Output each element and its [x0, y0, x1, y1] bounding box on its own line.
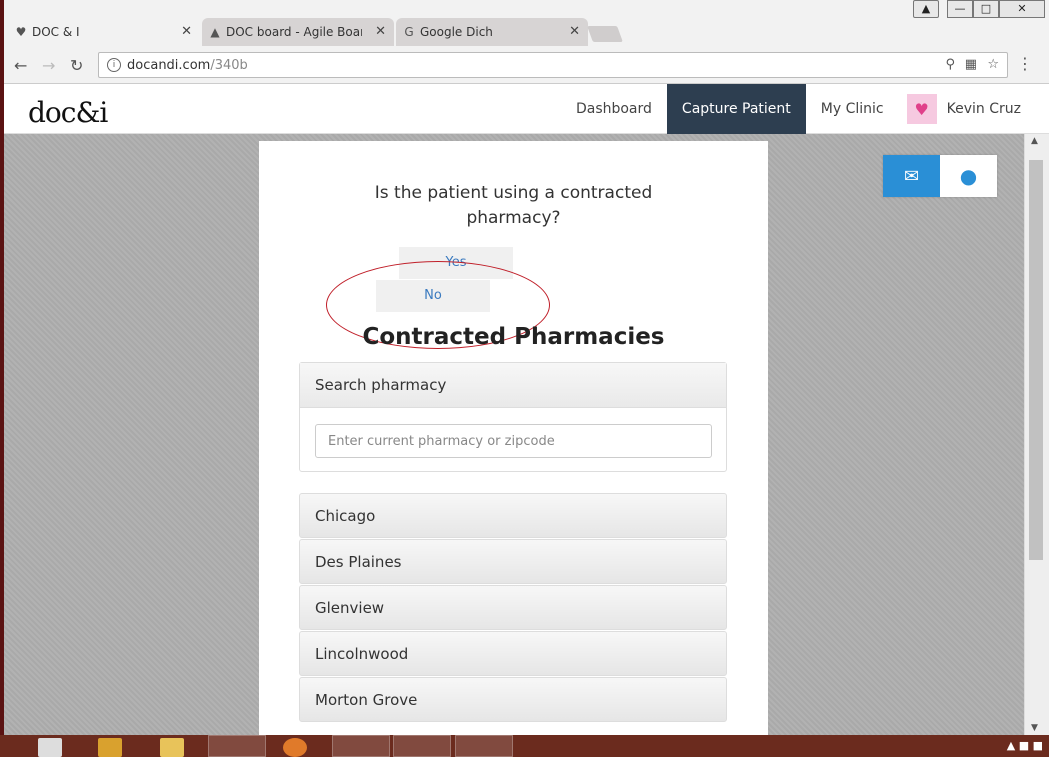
app-taskbar-button[interactable] — [332, 735, 390, 757]
tab-title: DOC board - Agile Board — [226, 25, 362, 39]
docandi-favicon-icon: ♥ — [15, 25, 27, 39]
search-panel: Search pharmacy — [299, 362, 727, 472]
page-scrollbar[interactable]: ▲ ▼ — [1024, 134, 1049, 735]
app-taskbar-button[interactable] — [455, 735, 513, 757]
browser-window: ♥ DOC & I ✕ ▲ DOC board - Agile Board ✕ … — [4, 0, 1049, 735]
info-icon[interactable]: i — [107, 58, 121, 72]
window-controls: ▲ — □ ✕ — [913, 0, 1045, 18]
folder-icon[interactable] — [160, 738, 184, 757]
star-icon[interactable]: ☆ — [987, 57, 999, 72]
google-translate-favicon-icon: G — [404, 25, 414, 39]
skype-taskbar-button[interactable] — [393, 735, 451, 757]
map-pin-icon[interactable]: ● — [940, 155, 997, 197]
profile-icon[interactable]: ▲ — [913, 0, 939, 18]
taskbar: ▲ ■ ■ — [0, 735, 1049, 757]
minimize-button[interactable]: — — [947, 0, 973, 18]
address-bar[interactable]: i docandi.com/340b ⚲ ▦ ☆ — [98, 52, 1008, 78]
search-panel-heading: Search pharmacy — [300, 363, 726, 408]
main-nav: Dashboard Capture Patient My Clinic ♥ Ke… — [561, 84, 1049, 134]
tab-strip: ♥ DOC & I ✕ ▲ DOC board - Agile Board ✕ … — [8, 18, 623, 46]
tab-title: Google Dich — [420, 25, 493, 39]
app-header: doc&i Dashboard Capture Patient My Clini… — [4, 84, 1049, 134]
media-icon[interactable] — [98, 738, 122, 757]
tab-google-dich[interactable]: G Google Dich ✕ — [396, 18, 588, 46]
close-window-button[interactable]: ✕ — [999, 0, 1045, 18]
system-tray[interactable]: ▲ ■ ■ — [1007, 739, 1043, 752]
heart-avatar-icon: ♥ — [906, 94, 937, 124]
city-item-chicago[interactable]: Chicago — [299, 493, 727, 538]
city-list: Chicago Des Plaines Glenview Lincolnwood… — [299, 493, 727, 723]
question-line: pharmacy? — [466, 208, 561, 228]
section-title: Contracted Pharmacies — [362, 324, 665, 350]
user-menu[interactable]: ♥ Kevin Cruz — [899, 84, 1049, 134]
jira-favicon-icon: ▲ — [210, 25, 220, 39]
pharmacy-question: Is the patient using a contracted pharma… — [259, 181, 768, 231]
user-name: Kevin Cruz — [946, 101, 1021, 117]
scroll-up-icon[interactable]: ▲ — [1031, 136, 1038, 146]
tab-agile-board[interactable]: ▲ DOC board - Agile Board ✕ — [202, 18, 394, 46]
maximize-button[interactable]: □ — [973, 0, 999, 18]
translate-icon[interactable]: ▦ — [965, 57, 977, 72]
city-item-morton-grove[interactable]: Morton Grove — [299, 677, 727, 722]
close-icon[interactable]: ✕ — [375, 24, 386, 39]
back-icon[interactable]: ← — [14, 56, 27, 75]
scrollbar-thumb[interactable] — [1029, 160, 1043, 560]
search-input[interactable] — [315, 424, 712, 458]
reload-icon[interactable]: ↻ — [70, 56, 83, 75]
menu-icon[interactable]: ⋮ — [1017, 54, 1033, 73]
nav-my-clinic[interactable]: My Clinic — [806, 84, 899, 134]
logo[interactable]: doc&i — [28, 96, 108, 129]
chat-bubble-icon[interactable]: ✉ — [883, 155, 940, 197]
city-item-lincolnwood[interactable]: Lincolnwood — [299, 631, 727, 676]
close-icon[interactable]: ✕ — [181, 24, 192, 39]
tab-docandi[interactable]: ♥ DOC & I ✕ — [8, 18, 200, 46]
key-icon[interactable]: ⚲ — [945, 57, 955, 72]
city-item-glenview[interactable]: Glenview — [299, 585, 727, 630]
url-text: docandi.com/340b — [127, 58, 248, 73]
capture-card: Is the patient using a contracted pharma… — [259, 141, 768, 735]
firefox-icon[interactable] — [283, 738, 307, 757]
excel-icon[interactable] — [38, 738, 62, 757]
tab-title: DOC & I — [32, 25, 80, 39]
toolbar: ← → ↻ i docandi.com/340b ⚲ ▦ ☆ ⋮ — [4, 46, 1049, 84]
app-viewport: doc&i Dashboard Capture Patient My Clini… — [4, 84, 1049, 735]
chrome-taskbar-button[interactable] — [208, 735, 266, 757]
city-item-des-plaines[interactable]: Des Plaines — [299, 539, 727, 584]
new-tab-button[interactable] — [587, 26, 623, 42]
nav-capture-patient[interactable]: Capture Patient — [666, 84, 806, 134]
browser-titlebar: ♥ DOC & I ✕ ▲ DOC board - Agile Board ✕ … — [4, 0, 1049, 46]
close-icon[interactable]: ✕ — [569, 24, 580, 39]
scroll-down-icon[interactable]: ▼ — [1031, 723, 1038, 733]
forward-icon[interactable]: → — [42, 56, 55, 75]
nav-dashboard[interactable]: Dashboard — [561, 84, 667, 134]
question-line: Is the patient using a contracted — [374, 183, 653, 203]
widget-bar: ✉ ● — [883, 155, 997, 197]
